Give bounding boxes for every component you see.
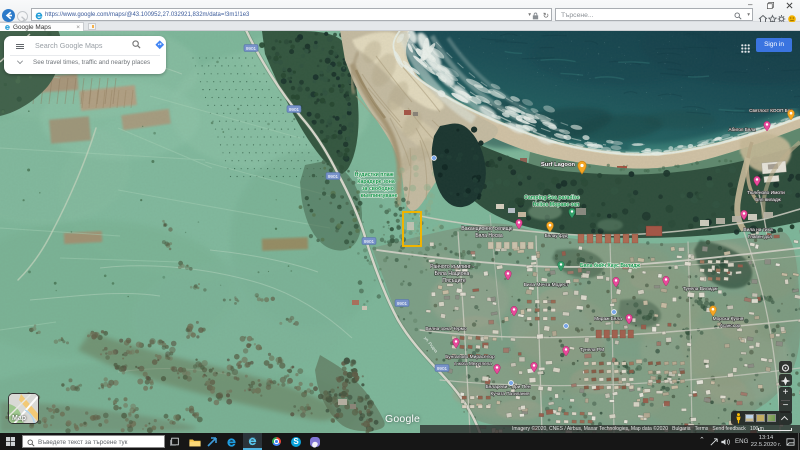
svg-text:Вила Мечта Модест: Вила Мечта Модест [524, 282, 569, 288]
svg-text:Бялау фуд: Бялау фуд [545, 233, 568, 238]
svg-text:Бунгалово Мираселор: Бунгалово Мираселор [445, 354, 495, 360]
svg-text:Нудистки плаж: Нудистки плаж [355, 172, 394, 178]
svg-text:Бяла Национа: Бяла Национа [435, 271, 470, 277]
svg-text:Ранчото къмпинг -: Ранчото къмпинг - [430, 264, 474, 270]
svg-text:9901: 9901 [364, 239, 375, 244]
svg-text:Бял виладж: Бял виладж [755, 197, 781, 202]
svg-text:Карадере зона: Карадере зона [357, 179, 395, 185]
svg-text:9901: 9901 [289, 107, 300, 112]
svg-text:Ваканционно селище: Ваканционно селище [461, 226, 513, 232]
svg-text:Главен дол: Главен дол [748, 234, 772, 239]
svg-text:Абигол Бяла: Абигол Бяла [729, 127, 756, 132]
svg-text:Асансьор: Асансьор [720, 323, 741, 328]
svg-text:Тунела Вилидж: Тунела Вилидж [683, 286, 718, 292]
svg-text:Бялареви - При Пен: Бялареви - При Пен [486, 384, 531, 390]
svg-text:Вила на тиха: Вила на тиха [743, 227, 773, 233]
svg-text:9901: 9901 [328, 174, 339, 179]
svg-text:в жога Мехуглела: в жога Мехуглела [454, 361, 492, 366]
svg-text:Surf Lagoon: Surf Lagoon [541, 162, 576, 168]
svg-text:Helios Мораве зап: Helios Мораве зап [533, 202, 580, 208]
svg-text:Бяла Носва: Бяла Носва [475, 233, 503, 239]
svg-text:Святлост КООП Бял: Святлост КООП Бял [749, 108, 793, 113]
svg-text:Морска Кухня: Морска Кухня [713, 316, 744, 322]
svg-text:Бяла бийч Хаус Вилидж: Бяла бийч Хаус Вилидж [580, 262, 640, 269]
svg-text:Camping Sea paradise: Camping Sea paradise [524, 195, 580, 201]
svg-text:9901: 9901 [397, 301, 408, 306]
svg-text:Вилна зона Чермо: Вилна зона Чермо [425, 326, 467, 332]
svg-text:Пясъците: Пясъците [442, 278, 466, 284]
svg-text:къмпингуване: къмпингуване [361, 193, 398, 199]
svg-text:за свободно: за свободно [362, 185, 394, 192]
svg-text:Тунела РМ: Тунела РМ [580, 347, 604, 353]
svg-text:9901: 9901 [246, 46, 257, 51]
svg-text:Тюленово Имоти: Тюленово Имоти [747, 190, 785, 196]
svg-text:Мираж Бяла: Мираж Бяла [594, 316, 622, 322]
svg-text:Кучата Патилания: Кучата Патилания [491, 391, 530, 396]
svg-text:9901: 9901 [437, 366, 448, 371]
